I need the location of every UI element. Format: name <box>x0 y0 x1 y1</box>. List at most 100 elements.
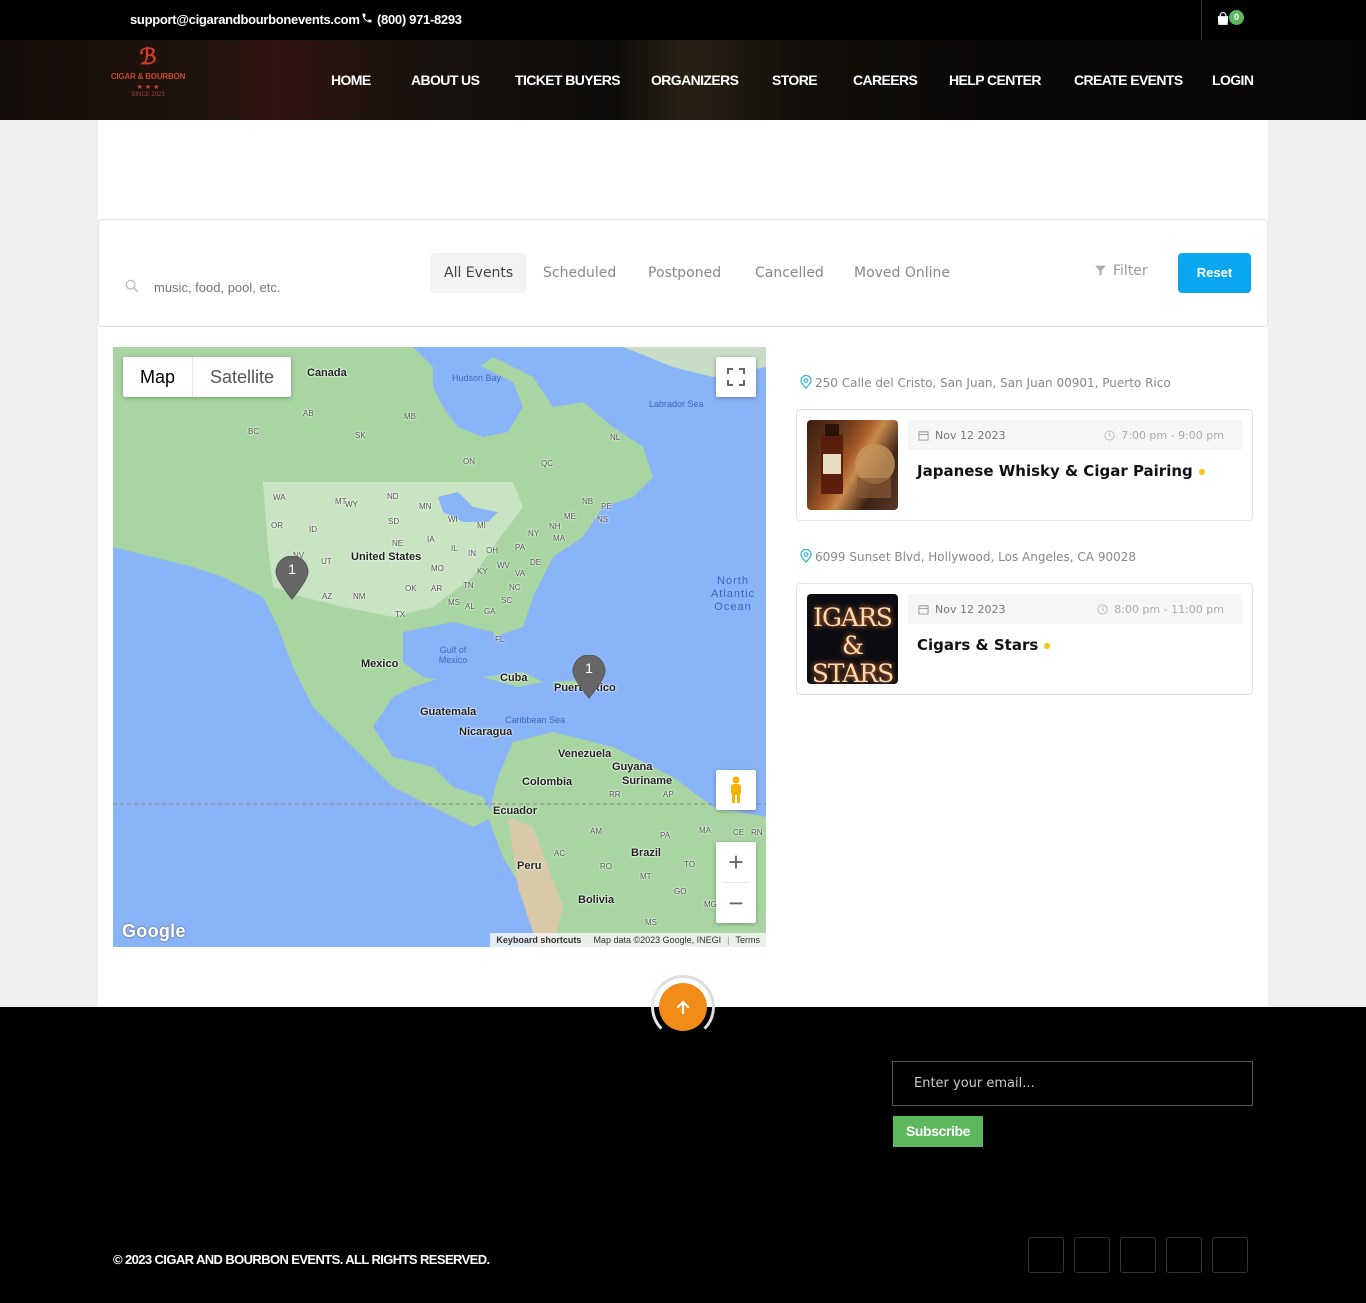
shopping-bag-icon[interactable] <box>1216 12 1230 26</box>
event-title-text: Cigars & Stars <box>917 636 1039 654</box>
map-label-va: VA <box>515 569 526 578</box>
map-label-ut: UT <box>321 557 332 566</box>
site-logo[interactable]: ℬ CIGAR & BOURBON ★ ★ ★ SINCE 2023 <box>110 46 186 114</box>
map-label-ap: AP <box>663 790 674 799</box>
map-label-ms-brazil: MS <box>645 918 657 927</box>
nav-about-us[interactable]: ABOUT US <box>411 72 480 88</box>
logo-name: CIGAR & BOURBON <box>110 72 186 81</box>
social-link-4[interactable] <box>1166 1237 1202 1273</box>
tab-cancelled[interactable]: Cancelled <box>741 253 838 293</box>
event-title[interactable]: Cigars & Stars <box>917 636 1051 654</box>
support-email-link[interactable]: support@cigarandbourbonevents.com <box>130 12 360 27</box>
map-pin-los-angeles[interactable]: 1 <box>275 555 309 600</box>
phone-link[interactable]: (800) 971-8293 <box>361 12 462 27</box>
nav-home[interactable]: HOME <box>331 72 371 88</box>
location-pin-icon <box>800 548 812 563</box>
map-label-sd: SD <box>388 517 400 526</box>
map-type-satellite-button[interactable]: Satellite <box>192 357 291 397</box>
nav-store[interactable]: STORE <box>772 72 818 88</box>
map-type-map-button[interactable]: Map <box>123 357 192 397</box>
event-time: 8:00 pm - 11:00 pm <box>1097 603 1224 616</box>
map-label-ny: NY <box>528 529 540 538</box>
filter-button[interactable]: Filter <box>1094 263 1148 279</box>
nav-careers[interactable]: CAREERS <box>853 72 918 88</box>
map-label-mexico: Mexico <box>361 658 399 670</box>
event-card[interactable]: Nov 12 2023 7:00 pm - 9:00 pm Japanese W… <box>796 409 1253 521</box>
nav-ticket-buyers[interactable]: TICKET BUYERS <box>515 72 621 88</box>
map-label-mn: MN <box>419 502 432 511</box>
zoom-control: + − <box>716 842 756 923</box>
map-label-ma-brazil: MA <box>699 826 711 835</box>
tab-scheduled[interactable]: Scheduled <box>529 253 630 293</box>
map-label-colombia: Colombia <box>522 776 573 788</box>
map-label-me: ME <box>564 512 576 521</box>
map-label-nc: NC <box>509 583 521 592</box>
social-link-1[interactable] <box>1028 1237 1064 1273</box>
logo-mark-icon: ℬ <box>139 44 157 70</box>
tab-all-events[interactable]: All Events <box>430 253 528 293</box>
map-label-on: ON <box>463 457 475 466</box>
map-label-wa: WA <box>273 493 286 502</box>
terms-link[interactable]: Terms <box>736 935 761 945</box>
event-time-text: 8:00 pm - 11:00 pm <box>1114 603 1224 616</box>
tab-moved-online[interactable]: Moved Online <box>840 253 964 293</box>
map-label-venezuela: Venezuela <box>558 748 612 760</box>
map-label-al: AL <box>465 602 475 611</box>
zoom-out-button[interactable]: − <box>716 883 756 923</box>
map-label-ab: AB <box>303 409 314 418</box>
map-attribution: Keyboard shortcuts Map data ©2023 Google… <box>490 933 766 947</box>
fullscreen-button[interactable] <box>716 357 756 397</box>
events-map[interactable]: Map Satellite + − Canada Hudson Bay Labr… <box>113 347 766 947</box>
event-thumbnail[interactable]: IGARS & STARS <box>807 594 898 684</box>
nav-organizers[interactable]: ORGANIZERS <box>651 72 739 88</box>
map-label-mi: MI <box>477 521 486 530</box>
map-pin-count: 1 <box>288 561 296 577</box>
event-title[interactable]: Japanese Whisky & Cigar Pairing <box>917 462 1205 480</box>
social-link-5[interactable] <box>1212 1237 1248 1273</box>
back-to-top-button[interactable] <box>659 983 707 1031</box>
map-label-guyana: Guyana <box>612 761 653 773</box>
map-label-de: DE <box>530 558 542 567</box>
map-label-or: OR <box>271 521 283 530</box>
map-label-pa: PA <box>515 543 526 552</box>
event-card[interactable]: IGARS & STARS Nov 12 2023 8:00 pm - 11:0… <box>796 583 1253 695</box>
social-link-2[interactable] <box>1074 1237 1110 1273</box>
pegman-icon <box>731 776 741 803</box>
map-pin-puerto-rico[interactable]: 1 <box>572 654 606 699</box>
event-thumbnail[interactable] <box>807 420 898 510</box>
map-label-ecuador: Ecuador <box>493 805 538 817</box>
filter-label: Filter <box>1113 263 1148 279</box>
map-label-ms: MS <box>448 598 460 607</box>
map-label-united-states: United States <box>351 551 422 563</box>
map-label-pe: PE <box>601 502 612 511</box>
event-date-text: Nov 12 2023 <box>935 429 1006 442</box>
tab-postponed[interactable]: Postponed <box>634 253 735 293</box>
keyboard-shortcuts-link[interactable]: Keyboard shortcuts <box>496 935 581 945</box>
street-view-pegman[interactable] <box>716 770 756 810</box>
zoom-in-button[interactable]: + <box>716 842 756 882</box>
subscribe-button[interactable]: Subscribe <box>893 1116 983 1147</box>
event-location-text: 250 Calle del Cristo, San Juan, San Juan… <box>815 376 1171 390</box>
clock-icon <box>1104 430 1115 441</box>
map-label-sc: SC <box>501 596 513 605</box>
phone-icon <box>362 13 372 23</box>
map-label-ro: RO <box>600 862 612 871</box>
map-label-ce: CE <box>733 828 745 837</box>
event-meta-bar: Nov 12 2023 8:00 pm - 11:00 pm <box>908 594 1242 624</box>
map-label-nb: NB <box>582 497 594 506</box>
event-title-text: Japanese Whisky & Cigar Pairing <box>917 462 1193 480</box>
social-link-3[interactable] <box>1120 1237 1156 1273</box>
nav-help-center[interactable]: HELP CENTER <box>949 72 1042 88</box>
map-label-wy: WY <box>345 500 358 509</box>
newsletter-email-field[interactable] <box>892 1061 1253 1106</box>
map-label-oh: OH <box>486 546 498 555</box>
logo-since: SINCE 2023 <box>131 92 165 98</box>
map-label-sk: SK <box>355 431 366 440</box>
map-label-il: IL <box>451 544 458 553</box>
reset-button[interactable]: Reset <box>1178 253 1251 293</box>
map-label-fl: FL <box>495 635 505 644</box>
event-search-input[interactable] <box>148 275 398 299</box>
nav-create-events[interactable]: CREATE EVENTS <box>1074 72 1183 88</box>
map-label-ma: MA <box>553 534 565 543</box>
nav-login[interactable]: LOGIN <box>1212 72 1254 88</box>
